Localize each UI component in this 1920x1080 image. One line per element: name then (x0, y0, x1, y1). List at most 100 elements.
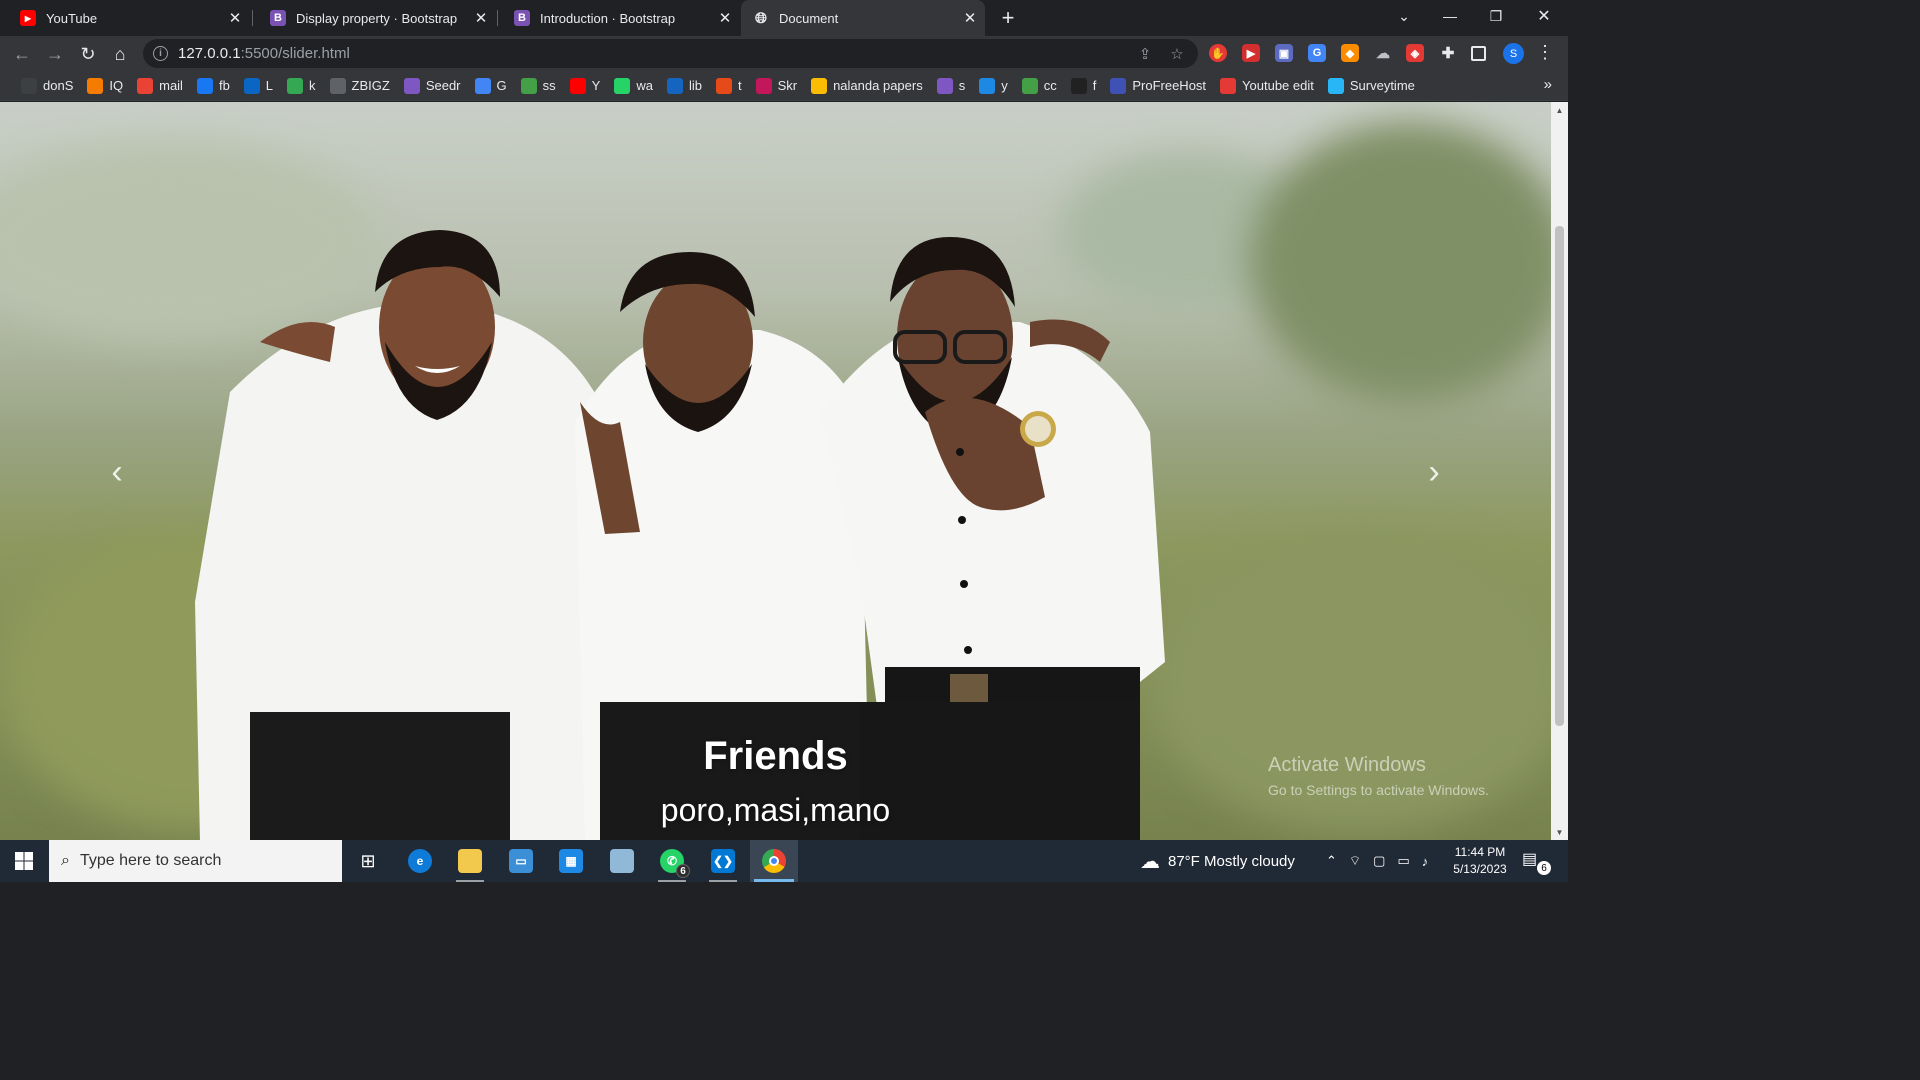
tab-document[interactable]: 🌐︎ Document ✕ (741, 0, 985, 36)
weather-widget[interactable]: ☁ 87°F Mostly cloudy (1140, 840, 1295, 882)
incognito-extension-icon[interactable]: ☁ (1374, 44, 1392, 62)
taskbar-edge[interactable]: e (396, 840, 444, 882)
taskbar-clock[interactable]: 11:44 PM 5/13/2023 (1444, 844, 1516, 878)
start-button[interactable] (0, 840, 48, 882)
show-hidden-icons-icon[interactable]: ⌃ (1326, 853, 1337, 869)
reload-button[interactable]: ↻ (74, 40, 102, 68)
bookmark-y[interactable]: y (974, 73, 1013, 99)
address-bar[interactable]: i 127.0.0.1:5500/slider.html ⇪ ☆ (143, 39, 1198, 68)
watermark-subtitle: Go to Settings to activate Windows. (1268, 782, 1489, 798)
pocket-extension-icon[interactable]: ◈ (1406, 44, 1424, 62)
close-icon[interactable]: ✕ (226, 9, 244, 27)
taskbar-vscode[interactable]: ❮❯ (699, 840, 747, 882)
tab-youtube[interactable]: ▶ YouTube ✕ (0, 0, 250, 36)
close-icon[interactable]: ✕ (472, 9, 490, 27)
translate-extension-icon[interactable]: G (1308, 44, 1326, 62)
restore-button[interactable]: ❐ (1473, 0, 1519, 32)
bookmark-label: L (265, 78, 274, 93)
bootstrap-icon: B (270, 10, 286, 26)
bookmark-label: G (496, 78, 507, 93)
whatsapp-icon (614, 77, 631, 94)
taskbar-calculator[interactable]: ▦ (547, 840, 595, 882)
battery-icon[interactable]: ▭ (1397, 853, 1409, 869)
bookmark-fb[interactable]: fb (192, 73, 235, 99)
bookmark-surveytime[interactable]: Surveytime (1323, 73, 1420, 99)
close-window-button[interactable]: ✕ (1521, 0, 1567, 32)
bookmark-nalanda-papers[interactable]: nalanda papers (806, 73, 928, 99)
bookmark-profreehost[interactable]: ProFreeHost (1105, 73, 1211, 99)
bookmark-lib[interactable]: lib (662, 73, 707, 99)
windows-taskbar: ⌕ Type here to search ⊞ e ▭ ▦ ✆ 6 ❮❯ ☁ 8… (0, 840, 1568, 882)
menu-kebab-icon[interactable]: ⋮ (1536, 42, 1554, 63)
bookmark-star-icon[interactable]: ☆ (1167, 44, 1187, 64)
bookmark-zbigz[interactable]: ZBIGZ (325, 73, 395, 99)
google-translate-icon (474, 77, 491, 94)
carousel-next-button[interactable]: › (1414, 452, 1454, 492)
profile-avatar[interactable]: S (1503, 43, 1524, 64)
taskbar-whatsapp[interactable]: ✆ 6 (648, 840, 696, 882)
video-extension-icon[interactable]: ▶ (1242, 44, 1260, 62)
taskbar-chrome[interactable] (750, 840, 798, 882)
share-icon[interactable]: ⇪ (1135, 44, 1155, 64)
tab-search-icon[interactable]: ⌄ (1381, 0, 1427, 32)
bookmark-l[interactable]: L (239, 73, 278, 99)
new-tab-button[interactable]: + (996, 5, 1020, 30)
bookmark-dons[interactable]: donS (16, 73, 78, 99)
bookmark-wa[interactable]: wa (609, 73, 658, 99)
close-icon[interactable]: ✕ (961, 9, 979, 27)
bookmark-youtube-edit[interactable]: Youtube edit (1215, 73, 1319, 99)
taskbar-search-box[interactable]: ⌕ Type here to search (49, 840, 342, 882)
f-icon (1070, 77, 1087, 94)
bookmark-k[interactable]: k (282, 73, 321, 99)
bookmark-iq[interactable]: IQ (82, 73, 128, 99)
bookmark-g[interactable]: G (470, 73, 512, 99)
home-button[interactable]: ⌂ (106, 40, 134, 68)
scroll-up-arrow-icon[interactable]: ▲ (1555, 106, 1564, 115)
download-icon (520, 77, 537, 94)
tab-introduction[interactable]: B Introduction · Bootstrap ✕ (494, 0, 740, 36)
youtube-icon: ▶ (20, 10, 36, 26)
weather-text: 87°F Mostly cloudy (1168, 852, 1295, 870)
volume-icon[interactable]: ♪ (1422, 854, 1429, 869)
bookmark-label: ProFreeHost (1132, 78, 1207, 93)
save-extension-icon[interactable]: ▣ (1275, 44, 1293, 62)
close-icon[interactable]: ✕ (716, 9, 734, 27)
task-view-button[interactable]: ⊞ (344, 840, 392, 882)
bookmark-seedr[interactable]: Seedr (399, 73, 466, 99)
minimize-button[interactable]: — (1427, 0, 1473, 32)
bookmark-f[interactable]: f (1066, 73, 1102, 99)
bookmark-t[interactable]: t (711, 73, 747, 99)
url-text[interactable]: 127.0.0.1:5500/slider.html (178, 45, 350, 62)
clock-time: 11:44 PM (1454, 845, 1506, 859)
taskbar-notes[interactable] (598, 840, 646, 882)
carousel-prev-button[interactable]: ‹ (97, 452, 137, 492)
search-icon: ⌕ (61, 852, 70, 869)
bookmark-ss[interactable]: ss (516, 73, 561, 99)
notification-center-icon[interactable]: ▤ 6 (1522, 849, 1551, 875)
bookmark-cc[interactable]: cc (1017, 73, 1062, 99)
adblock-extension-icon[interactable]: ✋ (1209, 44, 1227, 62)
scrollbar-thumb[interactable] (1555, 226, 1564, 726)
wifi-icon[interactable]: ⌔ (1349, 853, 1361, 869)
back-button[interactable]: ← (8, 40, 36, 68)
extensions-puzzle-icon[interactable]: ✚ (1439, 44, 1457, 62)
site-info-icon[interactable]: i (153, 46, 168, 61)
bookmark-skr[interactable]: Skr (751, 73, 803, 99)
bookmark-label: ss (542, 78, 556, 93)
honey-extension-icon[interactable]: ◆ (1341, 44, 1359, 62)
tab-display-property[interactable]: B Display property · Bootstrap ✕ (250, 0, 496, 36)
bookmark-label: fb (218, 78, 230, 93)
bookmark-s[interactable]: s (932, 73, 971, 99)
device-icon[interactable]: ▢ (1373, 853, 1385, 869)
bookmark-y[interactable]: Y (565, 73, 606, 99)
bookmarks-overflow-icon[interactable]: » (1544, 76, 1552, 93)
page-scrollbar[interactable]: ▲ ▼ (1551, 102, 1568, 840)
scroll-down-arrow-icon[interactable]: ▼ (1555, 828, 1564, 837)
taskbar-file-explorer[interactable] (446, 840, 494, 882)
taskbar-computer[interactable]: ▭ (497, 840, 545, 882)
bookmark-mail[interactable]: mail (132, 73, 188, 99)
side-panel-icon[interactable] (1471, 46, 1486, 61)
bookmark-label: ZBIGZ (351, 78, 390, 93)
forward-button[interactable]: → (41, 40, 69, 68)
google-drive-icon (811, 77, 828, 94)
